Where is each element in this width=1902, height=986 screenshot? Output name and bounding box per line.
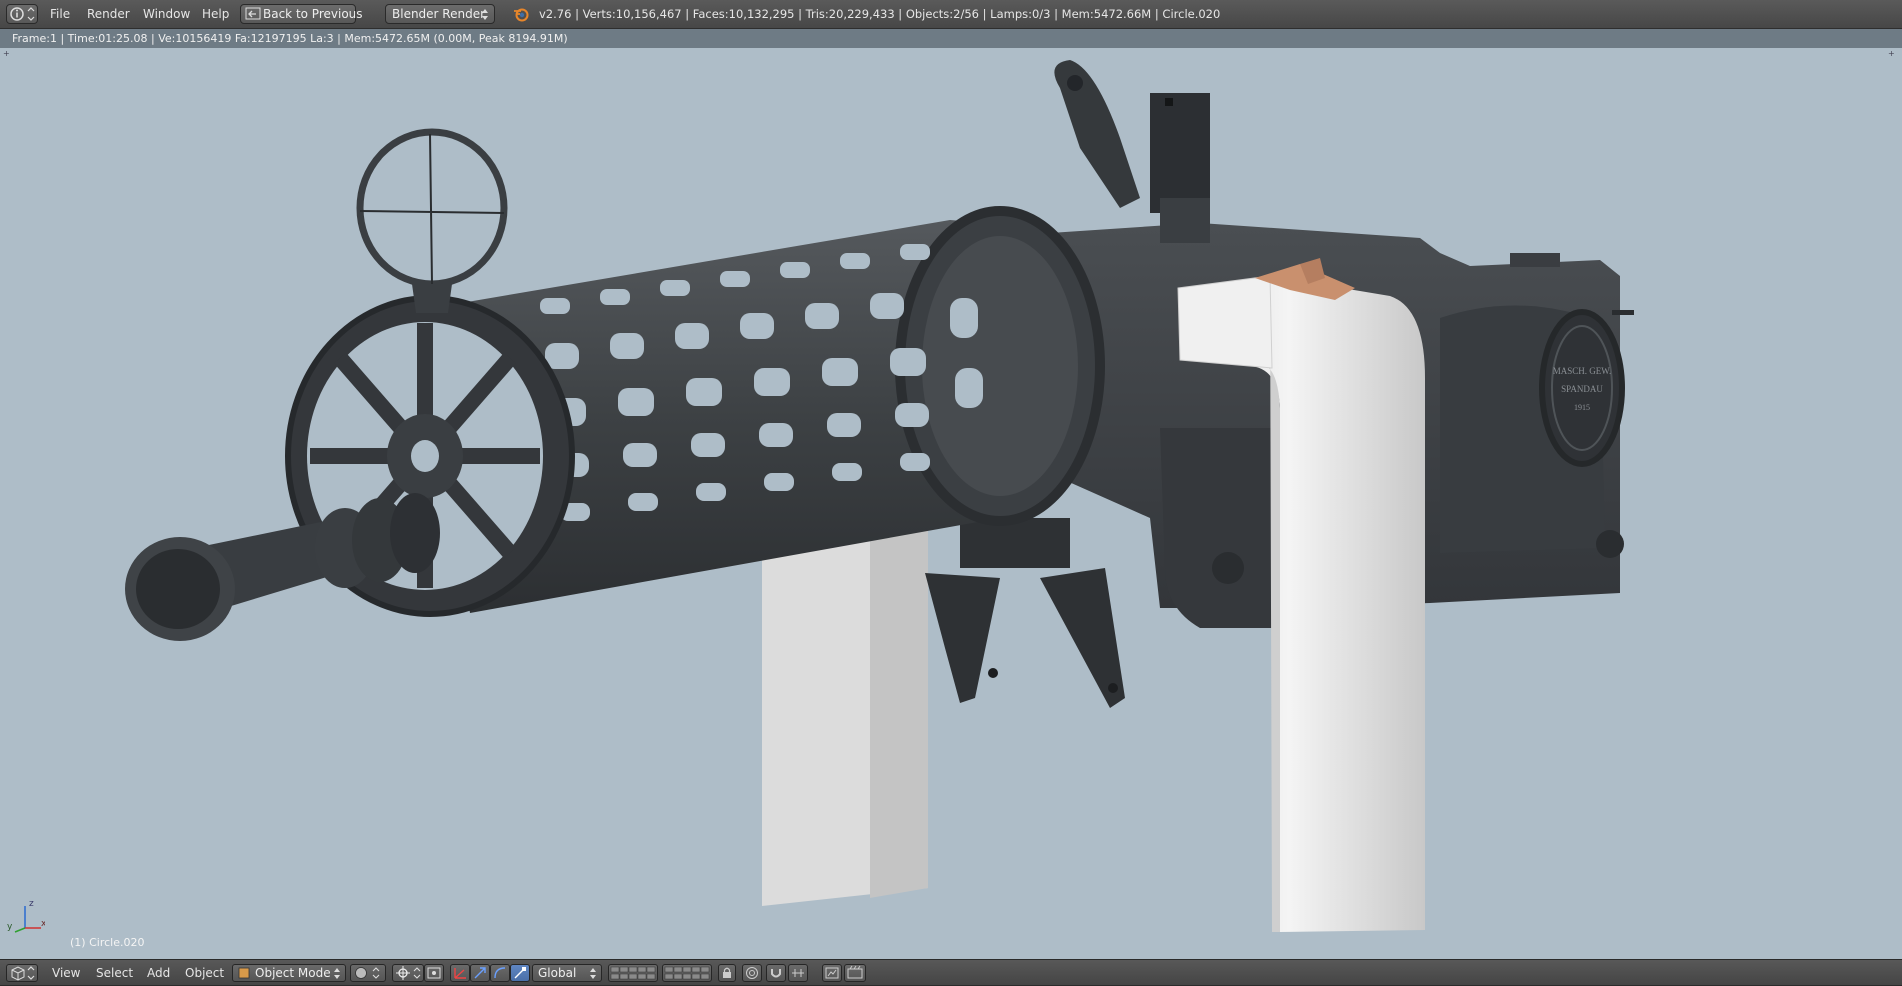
engraving-line-3: 1915 [1574, 403, 1590, 412]
viewport-shading-select[interactable] [350, 964, 386, 982]
scene-layers-grid-b[interactable] [662, 964, 712, 982]
proportional-edit-icon [746, 967, 758, 979]
opengl-render-image-button[interactable] [822, 964, 842, 982]
cube-icon [11, 966, 35, 981]
snap-magnet-icon [771, 969, 781, 978]
rear-sight-bracket [1054, 60, 1210, 243]
pivot-icon [396, 966, 421, 980]
orientation-label: Global [538, 966, 577, 980]
updown-arrow-icon [590, 968, 596, 979]
back-arrow-icon [245, 7, 261, 20]
render-image-icon [825, 967, 839, 979]
translate-arrow-icon [474, 967, 486, 979]
engraving-line-1: MASCH. GEW. [1553, 366, 1611, 376]
solid-shading-icon [355, 967, 380, 979]
menu-file[interactable]: File [50, 0, 70, 29]
layer-grid-icon [610, 966, 656, 980]
manipulator-icon [454, 968, 466, 979]
axis-z-label: z [29, 899, 34, 909]
menu-window[interactable]: Window [143, 0, 190, 29]
mode-label: Object Mode [255, 966, 331, 980]
snap-toggle[interactable] [766, 964, 786, 982]
back-to-previous-button[interactable]: Back to Previous [240, 4, 363, 24]
render-info-bar: Frame:1 | Time:01:25.08 | Ve:10156419 Fa… [0, 29, 1902, 48]
render-info-text: Frame:1 | Time:01:25.08 | Ve:10156419 Fa… [12, 32, 568, 45]
center-points-icon [427, 967, 441, 979]
manipulator-toggle[interactable] [450, 964, 470, 982]
object-mode-icon [238, 967, 250, 979]
rotate-arc-icon [494, 967, 506, 979]
pivot-point-select[interactable] [392, 964, 424, 982]
machine-gun-model: MASCH. GEW. SPANDAU 1915 [125, 60, 1634, 932]
menu-view[interactable]: View [52, 960, 80, 986]
mode-select[interactable]: Object Mode [232, 964, 346, 982]
3d-view-header: View Select Add Object Object Mode Globa… [0, 959, 1902, 985]
manipulate-center-toggle[interactable] [424, 964, 444, 982]
rotate-toggle[interactable] [490, 964, 510, 982]
axis-x-label: x [41, 919, 45, 929]
updown-arrow-icon [334, 968, 340, 979]
scale-icon [514, 967, 526, 979]
axis-gizmo: z x y [7, 899, 45, 933]
scene-statistics: v2.76 | Verts:10,156,467 | Faces:10,132,… [539, 7, 1221, 21]
updown-arrow-icon [482, 9, 488, 20]
menu-help[interactable]: Help [202, 0, 229, 29]
snap-increment-icon [792, 969, 804, 977]
engraving-line-2: SPANDAU [1561, 384, 1603, 394]
editor-type-3d-view[interactable] [6, 964, 38, 982]
flash-hider [125, 493, 440, 641]
translate-toggle[interactable] [470, 964, 490, 982]
opengl-render-animation-button[interactable] [844, 964, 866, 982]
scale-toggle[interactable] [510, 964, 530, 982]
menu-select[interactable]: Select [96, 960, 133, 986]
menu-object[interactable]: Object [185, 960, 224, 986]
blender-logo-icon [514, 8, 529, 22]
active-object-label: (1) Circle.020 [70, 936, 145, 949]
lock-layers-toggle[interactable] [718, 964, 736, 982]
back-to-previous-label: Back to Previous [263, 7, 363, 21]
info-icon [10, 7, 35, 21]
layer-grid-icon [664, 966, 710, 980]
render-engine-select[interactable]: Blender Render [385, 4, 495, 24]
axis-y-label: y [7, 922, 13, 932]
transform-orientation-select[interactable]: Global [532, 964, 602, 982]
front-sight [356, 128, 508, 313]
snap-element-select[interactable] [788, 964, 808, 982]
menu-render[interactable]: Render [87, 0, 130, 29]
scene-layers-grid-a[interactable] [608, 964, 658, 982]
render-animation-icon [847, 965, 863, 979]
info-header: File Render Window Help Back to Previous… [0, 0, 1902, 29]
lock-icon [723, 967, 731, 978]
render-engine-label: Blender Render [392, 7, 486, 21]
proportional-editing-toggle[interactable] [742, 964, 762, 982]
3d-viewport[interactable]: + + MASCH. GEW. SPANDAU 1915 z x y (1) C… [0, 48, 1902, 959]
editor-type-selector[interactable] [6, 4, 38, 24]
left-support-block [762, 518, 928, 906]
menu-add[interactable]: Add [147, 960, 170, 986]
